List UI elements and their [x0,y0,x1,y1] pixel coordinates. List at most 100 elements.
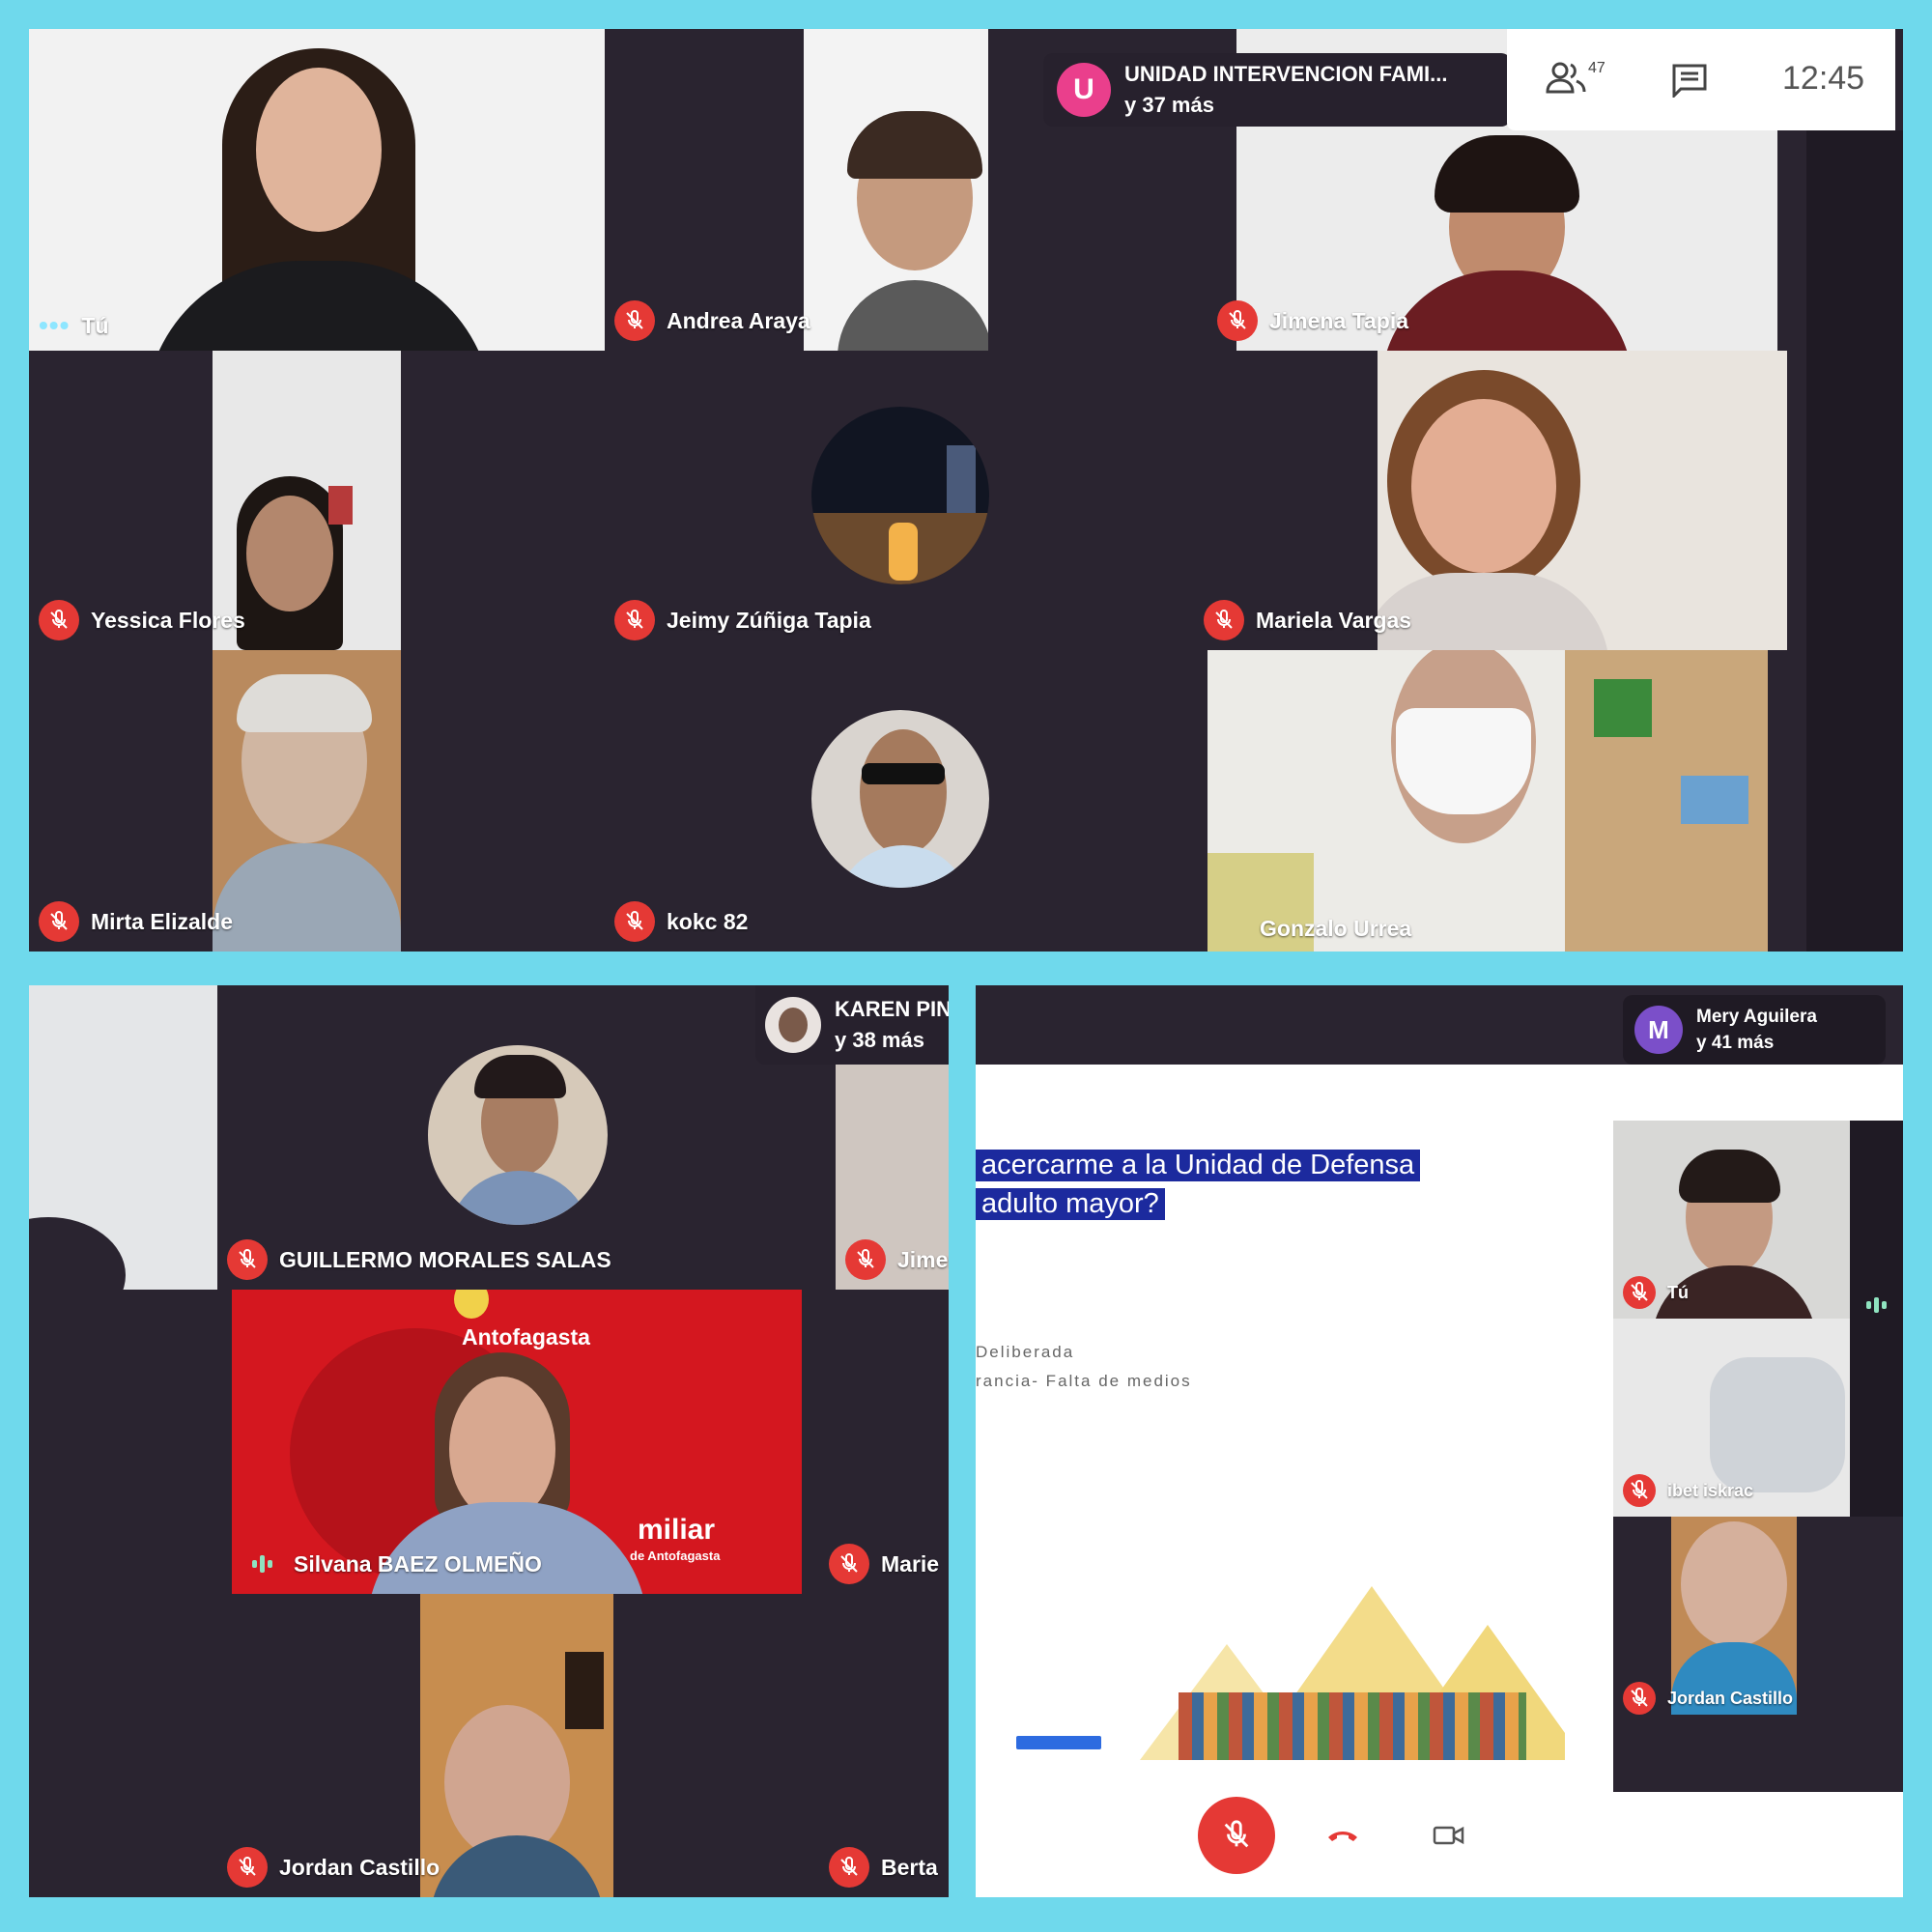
host-name: Mery Aguilera [1696,1007,1817,1027]
participant-name: Mirta Elizalde [91,908,233,934]
tile-andrea-araya[interactable]: Andrea Araya [605,29,988,351]
participant-video [116,48,522,351]
participant-avatar [811,710,989,888]
mic-off-icon [1224,1820,1249,1848]
meeting-panel-top: ••• Tú Andrea Araya Jimena Tapia U UNIDA… [29,29,1903,952]
tile-name-row: Yessica Flores [39,600,245,640]
tile-yessica-flores[interactable]: Yessica Flores [29,351,605,650]
tile-silvana-baez-olmeno[interactable]: Antofagasta miliar de Antofagasta Silvan… [232,1290,802,1594]
mic-off-icon [227,1847,268,1888]
tile-name-row: Jordan Castillo [227,1847,440,1888]
speaking-indicator-icon [1856,1285,1896,1325]
tile-guillermo-morales-salas[interactable]: GUILLERMO MORALES SALAS [217,985,836,1290]
participant-name: Jordan Castillo [279,1854,440,1880]
participant-name: Tú [1667,1282,1689,1302]
tile-mirta-elizalde[interactable]: Mirta Elizalde [29,650,605,952]
participant-video [1710,1357,1845,1492]
participant-name: Silvana BAEZ OLMEÑO [294,1550,542,1577]
mic-off-icon [614,600,655,640]
slide-heading-line2: adulto mayor? [976,1188,1165,1220]
tile-name-row: Marie [829,1544,939,1584]
participant-video [1378,351,1787,650]
tile-name-row: Silvana BAEZ OLMEÑO [242,1544,542,1584]
tile-name-row: Andrea Araya [614,300,810,341]
mic-off-icon [39,901,79,942]
tile-marie[interactable]: Marie [819,1290,949,1594]
participants-button[interactable]: 47 [1546,60,1605,95]
speaking-indicator-icon [242,1544,282,1584]
host-more-count: y 41 más [1696,1033,1775,1053]
host-more-count: y 38 más [835,1028,924,1052]
host-more-count: y 37 más [1124,93,1214,117]
tile-name-row: Jimen [845,1239,949,1280]
tile-you-small[interactable]: Tú [1613,1121,1850,1319]
mic-off-icon [1623,1276,1656,1309]
video-strip-right [1806,130,1903,952]
participant-name: Jimena Tapia [1269,307,1409,333]
tile-jordan-castillo[interactable]: Jordan Castillo [217,1594,819,1897]
hangup-icon [1328,1832,1357,1841]
chat-icon [1672,64,1707,99]
hangup-button[interactable] [1323,1816,1362,1855]
tile-name-row: Mirta Elizalde [39,901,233,942]
mic-off-icon [829,1544,869,1584]
tile-you[interactable]: ••• Tú [29,29,605,351]
camera-button[interactable] [1430,1816,1468,1855]
tile-name-row: Mariela Vargas [1204,600,1411,640]
participant-name: Andrea Araya [667,307,810,333]
clock: 12:45 [1782,60,1865,97]
tile-kokc-82[interactable]: kokc 82 [605,650,1213,952]
slide-heading-line1: acercarme a la Unidad de Defensa [976,1150,1421,1181]
slide-text-line1: Deliberada [976,1343,1075,1361]
tile-jimen[interactable]: Jimen [836,1065,949,1290]
tile-jeimy-zuniga-tapia[interactable]: Jeimy Zúñiga Tapia [605,351,1194,650]
host-chip[interactable]: M Mery Aguilera y 41 más [1623,995,1886,1065]
tile-mariela-vargas[interactable]: Mariela Vargas [1194,351,1787,650]
mic-off-icon [1204,600,1244,640]
slide-button [1016,1736,1101,1749]
presentation-slide: acercarme a la Unidad de Defensa adulto … [976,1065,1613,1789]
slide-text-line2: rancia- Falta de medios [976,1372,1192,1390]
participant-name: Jimen [897,1246,949,1272]
tile-gonzalo-urrea[interactable]: Gonzalo Urrea [1208,650,1768,952]
host-name: UNIDAD INTERVENCION FAMI... [1124,62,1448,86]
slide-illustration [1140,1586,1565,1760]
host-chip[interactable]: U UNIDAD INTERVENCION FAMI... y 37 más [1043,53,1511,127]
mic-off-icon [1217,300,1258,341]
people-icon [1546,62,1586,94]
tile-name-row: kokc 82 [614,901,748,942]
chat-button[interactable] [1671,63,1708,102]
tile-ibet-iskrac[interactable]: ibet iskrac [1613,1319,1850,1517]
video-strip-left [29,985,217,1290]
participant-name: Gonzalo Urrea [1260,916,1412,941]
participant-video [804,29,988,351]
mute-toggle-button[interactable] [1198,1797,1275,1874]
tile-berta[interactable]: Berta [819,1594,949,1897]
participant-name: Berta [881,1854,938,1880]
speaking-dots-icon: ••• [39,310,71,340]
mic-off-icon [1623,1682,1656,1715]
mic-off-icon [614,901,655,942]
participant-video [420,1594,613,1897]
meeting-top-bar: 47 12:45 [1507,29,1895,130]
participant-name: Mariela Vargas [1256,607,1412,633]
meeting-panel-bottom-left: GUILLERMO MORALES SALAS KAREN PIN y 38 m… [29,985,949,1897]
tile-name-row: Jimena Tapia [1217,300,1408,341]
participant-name: Jordan Castillo [1667,1688,1794,1708]
host-chip[interactable]: KAREN PIN y 38 más [755,985,949,1065]
participant-name: Marie [881,1550,940,1577]
participant-name: kokc 82 [667,908,749,934]
host-name: KAREN PIN [835,997,949,1021]
participants-count: 47 [1588,60,1605,76]
mic-off-icon [227,1239,268,1280]
tile-name-row: Berta [829,1847,938,1888]
camera-icon [1433,1826,1464,1845]
tile-name-row: ••• Tú [39,310,109,341]
tile-jordan-castillo-small[interactable]: Jordan Castillo [1613,1517,1903,1792]
participant-name: ibet iskrac [1667,1480,1754,1500]
tile-name-row: Tú [1623,1276,1689,1309]
host-avatar: M [1634,1006,1683,1054]
participant-name: Tú [81,312,109,338]
host-avatar [765,997,821,1053]
mic-off-icon [614,300,655,341]
